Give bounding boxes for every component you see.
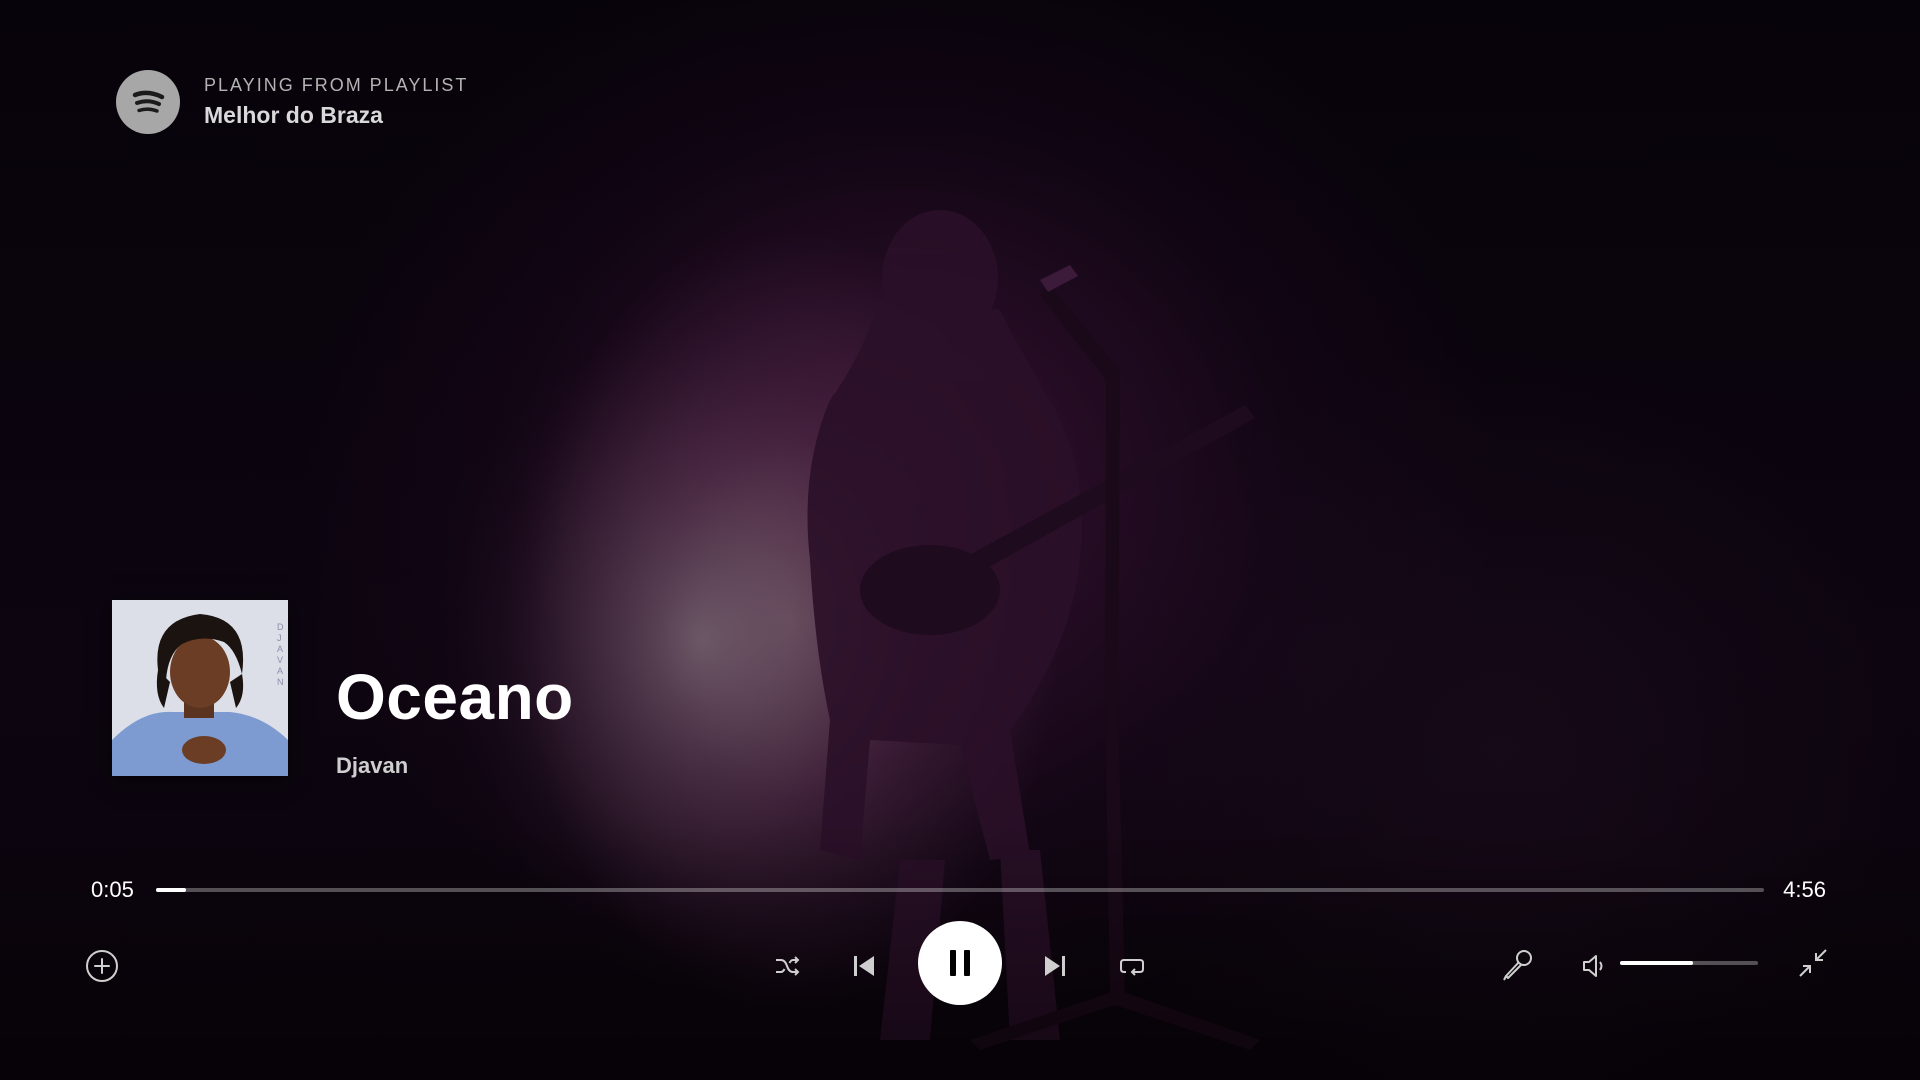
album-cover[interactable]: DJAVAN: [112, 600, 288, 776]
current-time: 0:05: [91, 877, 134, 902]
volume-icon: [1583, 955, 1603, 977]
skip-previous-icon: [854, 956, 874, 976]
progress-fill: [156, 888, 186, 892]
now-playing-view: PLAYING FROM PLAYLIST Melhor do Braza DJ…: [0, 0, 1920, 1080]
spotify-logo-icon[interactable]: [116, 70, 180, 134]
volume-fill: [1620, 961, 1694, 965]
add-to-library-button[interactable]: [80, 944, 124, 988]
pause-icon: [950, 950, 970, 976]
pause-button[interactable]: [918, 921, 1002, 1005]
next-track-button[interactable]: [1033, 944, 1077, 988]
lyrics-button[interactable]: [1494, 942, 1540, 988]
skip-next-icon: [1045, 956, 1065, 976]
mute-button[interactable]: [1572, 944, 1616, 988]
track-title[interactable]: Oceano: [336, 665, 574, 729]
cover-artist-text: DJAVAN: [277, 622, 284, 687]
total-duration: 4:56: [1783, 877, 1826, 902]
minimize-icon: [1799, 949, 1827, 977]
exit-fullscreen-button[interactable]: [1790, 940, 1836, 986]
artist-name-link[interactable]: Djavan: [336, 753, 408, 779]
shuffle-button[interactable]: [765, 944, 809, 988]
progress-bar[interactable]: [156, 888, 1764, 892]
microphone-icon: [1503, 950, 1532, 981]
playing-context-label: PLAYING FROM PLAYLIST: [204, 75, 469, 95]
playlist-name-link[interactable]: Melhor do Braza: [204, 102, 468, 129]
previous-track-button[interactable]: [842, 944, 886, 988]
playing-context-text: PLAYING FROM PLAYLIST Melhor do Braza: [204, 75, 468, 129]
add-circle-icon: [86, 950, 118, 982]
shuffle-icon: [776, 956, 800, 976]
volume-slider[interactable]: [1620, 961, 1758, 965]
playing-context-header: PLAYING FROM PLAYLIST Melhor do Braza: [116, 70, 468, 134]
repeat-button[interactable]: [1110, 944, 1154, 988]
repeat-icon: [1120, 959, 1144, 976]
